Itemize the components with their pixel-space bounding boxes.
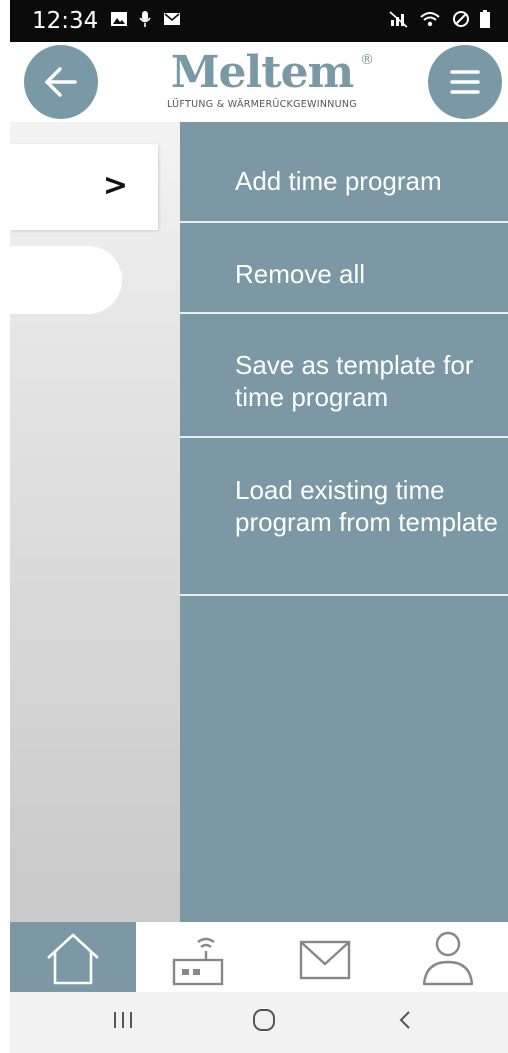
mic-icon bbox=[139, 11, 152, 27]
user-icon bbox=[422, 931, 474, 986]
background-content: > bbox=[10, 122, 180, 922]
mute-icon bbox=[389, 11, 408, 28]
device-router-icon bbox=[172, 937, 224, 986]
recent-apps-icon bbox=[114, 1012, 132, 1028]
menu-item-label: Save as template for time program bbox=[235, 350, 474, 412]
status-time: 12:34 bbox=[32, 8, 99, 34]
menu-item-label: Remove all bbox=[235, 259, 366, 289]
brand-logo: Meltem ® LÜFTUNG & WÄRMERÜCKGEWINNUNG bbox=[162, 48, 376, 114]
tab-home[interactable] bbox=[10, 922, 136, 992]
menu-item-save-as-template[interactable]: Save as template for time program bbox=[180, 314, 508, 438]
recent-apps-button[interactable] bbox=[110, 1006, 136, 1039]
tab-profile[interactable] bbox=[388, 922, 508, 992]
back-button[interactable] bbox=[24, 45, 98, 119]
menu-item-remove-all[interactable]: Remove all bbox=[180, 223, 508, 314]
arrow-left-icon bbox=[45, 67, 77, 97]
wifi-icon bbox=[420, 12, 440, 27]
menu-item-label: Add time program bbox=[235, 166, 442, 196]
battery-icon bbox=[480, 10, 490, 28]
side-menu-panel: Add time program Remove all Save as temp… bbox=[180, 122, 508, 922]
home-circle-icon bbox=[253, 1009, 275, 1031]
status-bar: 12:34 bbox=[10, 0, 508, 42]
menu-item-load-from-template[interactable]: Load existing time program from template bbox=[180, 438, 508, 596]
chevron-right-icon: > bbox=[102, 168, 128, 203]
mail-icon bbox=[299, 940, 351, 980]
menu-button[interactable] bbox=[428, 45, 502, 119]
app-header: Meltem ® LÜFTUNG & WÄRMERÜCKGEWINNUNG bbox=[10, 42, 508, 122]
tab-messages[interactable] bbox=[262, 922, 388, 992]
logo-subtitle: LÜFTUNG & WÄRMERÜCKGEWINNUNG bbox=[167, 99, 357, 110]
block-icon bbox=[452, 11, 469, 27]
hamburger-menu-icon bbox=[450, 70, 480, 94]
list-item-card[interactable]: > bbox=[10, 144, 158, 230]
system-navigation-bar bbox=[10, 992, 508, 1053]
menu-item-label: Load existing time program from template bbox=[235, 475, 498, 537]
bottom-navigation bbox=[10, 922, 508, 992]
pill-field[interactable] bbox=[10, 246, 122, 314]
logo-wordmark: Meltem bbox=[170, 47, 354, 98]
status-icons-right bbox=[389, 10, 496, 28]
system-back-button[interactable] bbox=[394, 1006, 418, 1039]
tab-device[interactable] bbox=[136, 922, 262, 992]
status-icons-left bbox=[110, 10, 187, 28]
home-icon bbox=[47, 933, 99, 985]
menu-item-add-time-program[interactable]: Add time program bbox=[180, 122, 508, 223]
mail-notification-icon bbox=[163, 13, 180, 25]
system-home-button[interactable] bbox=[250, 1006, 278, 1039]
logo-registered-mark: ® bbox=[360, 52, 374, 68]
back-chevron-icon bbox=[399, 1011, 410, 1029]
image-icon bbox=[111, 12, 127, 26]
